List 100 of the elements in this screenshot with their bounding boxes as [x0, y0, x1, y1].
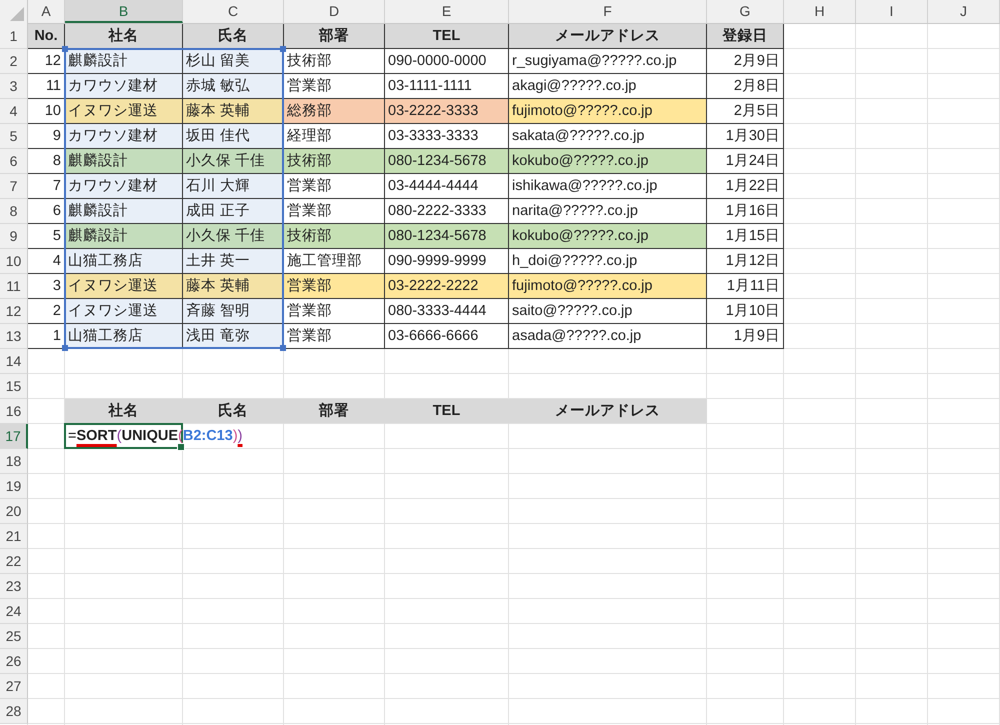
- table-cell: 2月9日: [707, 49, 784, 74]
- table-cell: kokubo@?????.co.jp: [509, 224, 707, 249]
- table-cell: 6: [28, 199, 65, 224]
- table-cell: カワウソ建材: [65, 124, 183, 149]
- resize-handle[interactable]: [280, 345, 286, 351]
- column-header[interactable]: F: [509, 0, 707, 23]
- table-cell: 03-2222-2222: [385, 274, 509, 299]
- table-cell: カワウソ建材: [65, 174, 183, 199]
- row-header[interactable]: 21: [0, 524, 28, 549]
- table-cell: イヌワシ運送: [65, 274, 183, 299]
- table-cell: fujimoto@?????.co.jp: [509, 99, 707, 124]
- table-cell: 7: [28, 174, 65, 199]
- row-header[interactable]: 20: [0, 499, 28, 524]
- row-header[interactable]: 10: [0, 249, 28, 274]
- table-header-cell: 氏名: [183, 24, 284, 49]
- row-header[interactable]: 27: [0, 674, 28, 699]
- table-cell: 総務部: [284, 99, 385, 124]
- table-header-cell: 社名: [65, 399, 183, 424]
- table-cell: イヌワシ運送: [65, 299, 183, 324]
- table-cell: 藤本 英輔: [183, 99, 284, 124]
- corner-triangle-icon: [10, 7, 24, 21]
- row-header[interactable]: 13: [0, 324, 28, 349]
- table-header-cell: メールアドレス: [509, 399, 707, 424]
- table-cell: 4: [28, 249, 65, 274]
- resize-handle[interactable]: [62, 345, 68, 351]
- row-header[interactable]: 1: [0, 24, 28, 49]
- table-cell: 技術部: [284, 149, 385, 174]
- table-cell: 営業部: [284, 274, 385, 299]
- table-cell: 2: [28, 299, 65, 324]
- row-header[interactable]: 25: [0, 624, 28, 649]
- table-cell: 坂田 佳代: [183, 124, 284, 149]
- resize-handle[interactable]: [280, 46, 286, 52]
- table-cell: ishikawa@?????.co.jp: [509, 174, 707, 199]
- column-header[interactable]: G: [707, 0, 784, 23]
- table-cell: 2月8日: [707, 74, 784, 99]
- table-header-cell: 社名: [65, 24, 183, 49]
- row-header[interactable]: 3: [0, 74, 28, 99]
- column-header[interactable]: E: [385, 0, 509, 23]
- column-header[interactable]: I: [856, 0, 928, 23]
- table-header-cell: No.: [28, 24, 65, 49]
- row-header[interactable]: 5: [0, 124, 28, 149]
- table-cell: 麒麟設計: [65, 224, 183, 249]
- table-header-cell: メールアドレス: [509, 24, 707, 49]
- table-cell: 11: [28, 74, 65, 99]
- table-header-cell: 登録日: [707, 24, 784, 49]
- row-header[interactable]: 28: [0, 699, 28, 724]
- table-cell: 営業部: [284, 299, 385, 324]
- row-header[interactable]: 8: [0, 199, 28, 224]
- table-cell: 2月5日: [707, 99, 784, 124]
- column-header[interactable]: H: [784, 0, 856, 23]
- resize-handle[interactable]: [62, 46, 68, 52]
- table-header-cell: 氏名: [183, 399, 284, 424]
- table-cell: 浅田 竜弥: [183, 324, 284, 349]
- row-header[interactable]: 7: [0, 174, 28, 199]
- table-cell: イヌワシ運送: [65, 99, 183, 124]
- row-header[interactable]: 6: [0, 149, 28, 174]
- table-cell: 成田 正子: [183, 199, 284, 224]
- table-cell: 麒麟設計: [65, 199, 183, 224]
- row-header[interactable]: 19: [0, 474, 28, 499]
- row-header[interactable]: 26: [0, 649, 28, 674]
- table-cell: 10: [28, 99, 65, 124]
- table-cell: 1月22日: [707, 174, 784, 199]
- row-header[interactable]: 4: [0, 99, 28, 124]
- table-cell: 斉藤 智明: [183, 299, 284, 324]
- row-header[interactable]: 12: [0, 299, 28, 324]
- row-header[interactable]: 22: [0, 549, 28, 574]
- table-cell: 080-3333-4444: [385, 299, 509, 324]
- fill-handle[interactable]: [177, 443, 185, 451]
- column-header[interactable]: D: [284, 0, 385, 23]
- table-cell: 営業部: [284, 174, 385, 199]
- column-header[interactable]: J: [928, 0, 1000, 23]
- row-header[interactable]: 24: [0, 599, 28, 624]
- row-header[interactable]: 16: [0, 399, 28, 424]
- table-cell: 土井 英一: [183, 249, 284, 274]
- table-cell: カワウソ建材: [65, 74, 183, 99]
- column-header[interactable]: B: [65, 0, 183, 23]
- table-cell: 山猫工務店: [65, 249, 183, 274]
- table-cell: 1月24日: [707, 149, 784, 174]
- row-header[interactable]: 17: [0, 424, 28, 449]
- row-header[interactable]: 15: [0, 374, 28, 399]
- row-header[interactable]: 11: [0, 274, 28, 299]
- table-cell: 技術部: [284, 49, 385, 74]
- row-header[interactable]: 18: [0, 449, 28, 474]
- table-cell: 03-4444-4444: [385, 174, 509, 199]
- row-header[interactable]: 2: [0, 49, 28, 74]
- select-all-button[interactable]: [0, 0, 28, 24]
- table-cell: 1月16日: [707, 199, 784, 224]
- table-cell: 1月10日: [707, 299, 784, 324]
- row-header[interactable]: 23: [0, 574, 28, 599]
- table-cell: 1月12日: [707, 249, 784, 274]
- table-header-cell: 部署: [284, 24, 385, 49]
- table-cell: fujimoto@?????.co.jp: [509, 274, 707, 299]
- table-cell: 藤本 英輔: [183, 274, 284, 299]
- table-cell: r_sugiyama@?????.co.jp: [509, 49, 707, 74]
- table-cell: 小久保 千佳: [183, 224, 284, 249]
- row-header[interactable]: 9: [0, 224, 28, 249]
- table-cell: 080-1234-5678: [385, 149, 509, 174]
- table-cell: 1月9日: [707, 324, 784, 349]
- row-header[interactable]: 14: [0, 349, 28, 374]
- column-header[interactable]: C: [183, 0, 284, 23]
